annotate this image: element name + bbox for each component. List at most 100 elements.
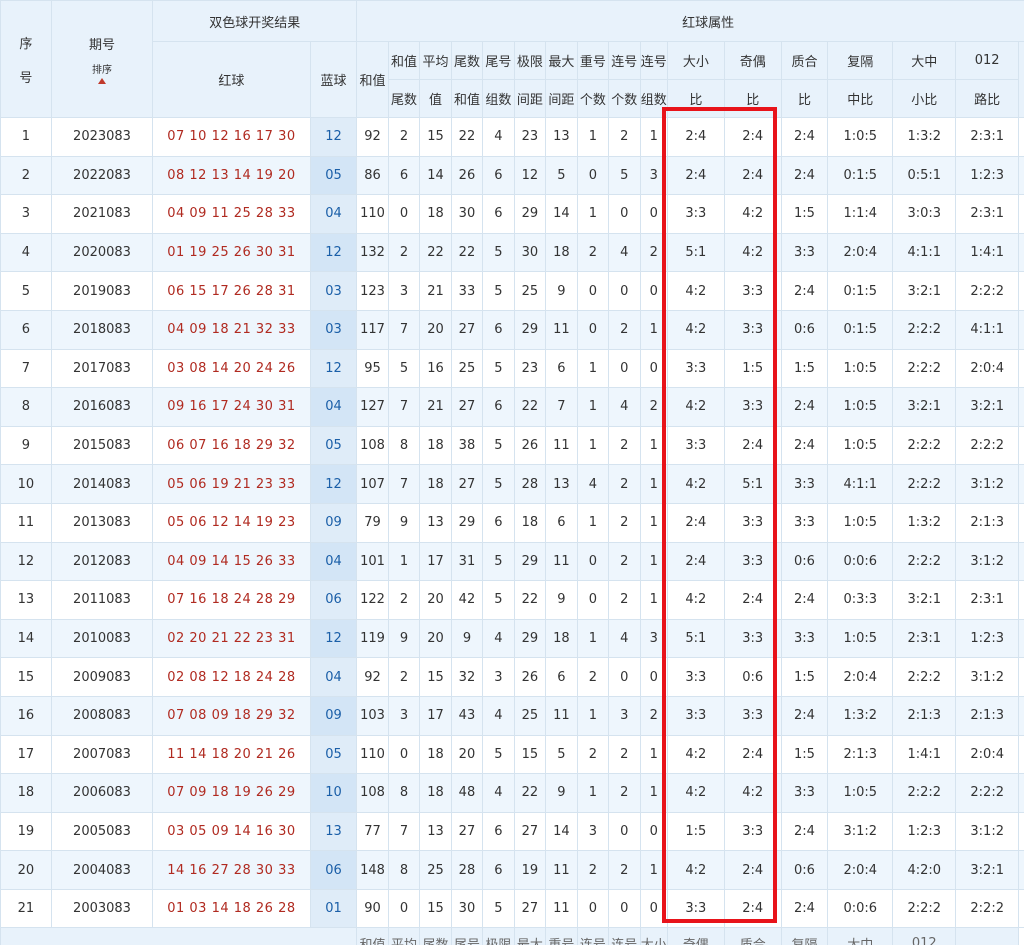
row-consec-groups: 0 (639, 348, 668, 389)
row-tail-sum: 27 (450, 464, 484, 504)
row-range: 25 (513, 271, 547, 311)
row-sum: 77 (356, 811, 389, 852)
row-rep-gap: 2:0:4 (827, 850, 894, 890)
row-repeat: 2 (576, 232, 610, 273)
row-repeat: 1 (576, 502, 610, 543)
row-blue-ball: 04 (309, 657, 358, 697)
row-odd-even: 3:3 (723, 811, 782, 852)
row-extra (1018, 773, 1024, 813)
header-range-bottom: 间距 (513, 79, 547, 118)
results-table: 序号 期号 排序 双色球开奖结果 红球属性 红球 蓝球 和值 和值 平均 尾数 … (0, 0, 1024, 945)
row-big-small: 2:4 (666, 541, 725, 582)
sort-arrow-icon[interactable] (98, 78, 106, 84)
header-consec-groups-top: 连号 (639, 41, 668, 80)
row-prime-comp: 2:4 (780, 425, 829, 466)
footer-label: 尾号 (450, 927, 484, 945)
row-tail-groups: 5 (482, 580, 515, 620)
row-sum: 92 (356, 657, 389, 697)
row-issue: 2021083 (50, 194, 154, 234)
row-tail-sum: 20 (450, 734, 484, 775)
row-range: 27 (513, 888, 547, 929)
row-odd-even: 0:6 (723, 657, 782, 697)
row-seq: 5 (0, 271, 52, 311)
row-sum: 132 (356, 232, 389, 273)
row-prime-comp: 2:4 (780, 811, 829, 852)
row-rep-gap: 0:1:5 (827, 271, 894, 311)
header-repeat-top: 重号 (576, 41, 610, 80)
row-range: 29 (513, 618, 547, 659)
footer-label: 重号 (545, 927, 578, 945)
row-tail-sum: 30 (450, 194, 484, 234)
row-max-gap: 11 (545, 309, 578, 350)
row-avg: 18 (419, 773, 452, 813)
footer-label: 尾数 (419, 927, 452, 945)
row-tail-sum: 32 (450, 657, 484, 697)
table-row: 10 2014083 05 06 19 21 23 33 12 107 7 18 27 5 28 1… (0, 464, 1024, 504)
row-big-small: 2:4 (666, 117, 725, 157)
row-big-mid-small: 4:1:1 (892, 232, 957, 273)
row-sum: 103 (356, 695, 389, 736)
row-odd-even: 3:3 (723, 271, 782, 311)
row-red-balls: 07 10 12 16 17 30 (152, 117, 311, 157)
row-range: 23 (513, 117, 547, 157)
row-consec-groups: 3 (639, 618, 668, 659)
footer-label: 大小 (639, 927, 668, 945)
row-tail-sum: 26 (450, 155, 484, 196)
row-issue: 2020083 (50, 232, 154, 273)
row-max-gap: 11 (545, 425, 578, 466)
header-odd-even-bottom: 比 (723, 79, 782, 118)
row-big-mid-small: 1:3:2 (892, 117, 957, 157)
row-sum: 123 (356, 271, 389, 311)
row-odd-even: 3:3 (723, 502, 782, 543)
row-avg: 13 (419, 811, 452, 852)
table-body: 1 2023083 07 10 12 16 17 30 12 92 2 15 22 4 23 13 1… (0, 117, 1024, 929)
row-consec-count: 4 (608, 232, 641, 273)
row-route012: 1:2:3 (955, 155, 1020, 196)
row-sum: 86 (356, 155, 389, 196)
table-row: 17 2007083 11 14 18 20 21 26 05 110 0 18 20 5 15 5… (0, 734, 1024, 775)
row-extra (1018, 734, 1024, 775)
row-repeat: 0 (576, 271, 610, 311)
header-issue[interactable]: 期号 排序 (50, 0, 154, 118)
row-consec-groups: 1 (639, 773, 668, 813)
row-red-balls: 07 16 18 24 28 29 (152, 580, 311, 620)
row-range: 25 (513, 695, 547, 736)
row-avg: 14 (419, 155, 452, 196)
row-range: 15 (513, 734, 547, 775)
row-extra (1018, 194, 1024, 234)
row-consec-count: 2 (608, 464, 641, 504)
row-consec-groups: 1 (639, 541, 668, 582)
row-consec-count: 4 (608, 387, 641, 427)
row-big-mid-small: 1:4:1 (892, 734, 957, 775)
row-blue-ball: 03 (309, 271, 358, 311)
row-extra (1018, 387, 1024, 427)
row-route012: 2:1:3 (955, 695, 1020, 736)
row-consec-count: 2 (608, 773, 641, 813)
row-big-small: 4:2 (666, 387, 725, 427)
row-extra (1018, 811, 1024, 852)
row-big-small: 2:4 (666, 502, 725, 543)
row-big-small: 3:3 (666, 348, 725, 389)
row-seq: 11 (0, 502, 52, 543)
row-repeat: 2 (576, 657, 610, 697)
sort-label[interactable]: 排序 (52, 61, 152, 76)
row-seq: 15 (0, 657, 52, 697)
row-odd-even: 2:4 (723, 888, 782, 929)
row-prime-comp: 3:3 (780, 502, 829, 543)
row-range: 28 (513, 464, 547, 504)
row-big-small: 4:2 (666, 309, 725, 350)
row-big-small: 5:1 (666, 618, 725, 659)
header-big-mid-small-bottom: 小比 (892, 79, 957, 118)
row-max-gap: 5 (545, 155, 578, 196)
table-row: 11 2013083 05 06 12 14 19 23 09 79 9 13 29 6 18 6 1… (0, 502, 1024, 543)
row-sum-tail: 3 (387, 695, 421, 736)
row-seq: 20 (0, 850, 52, 890)
table-row: 12 2012083 04 09 14 15 26 33 04 101 1 17 31 5 29 1… (0, 541, 1024, 582)
row-repeat: 2 (576, 850, 610, 890)
row-odd-even: 5:1 (723, 464, 782, 504)
row-repeat: 1 (576, 695, 610, 736)
row-sum: 108 (356, 773, 389, 813)
row-repeat: 0 (576, 580, 610, 620)
header-big-mid-small-top: 大中 (892, 41, 957, 80)
footer-label: 大中 (827, 927, 894, 945)
